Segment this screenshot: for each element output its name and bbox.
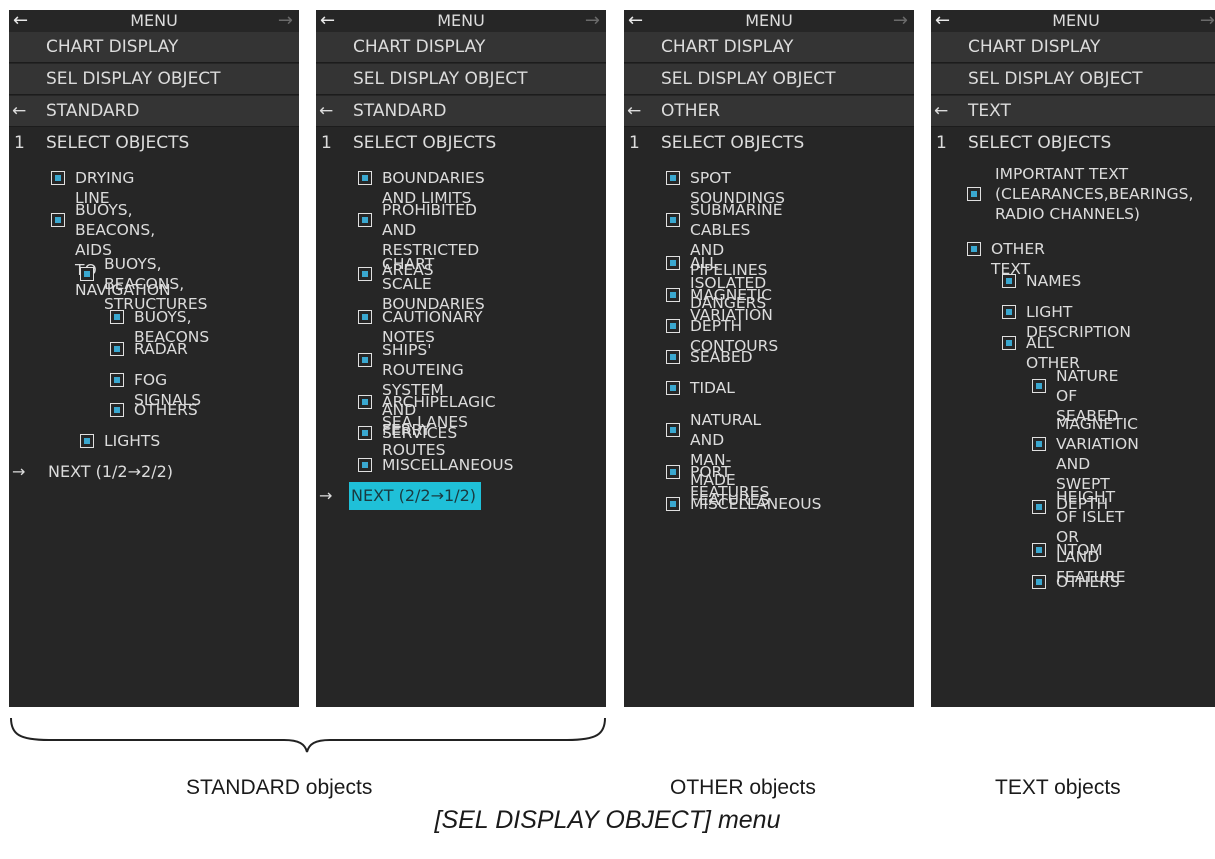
menu-panel-other: ← MENU → CHART DISPLAY SEL DISPLAY OBJEC… xyxy=(624,10,914,707)
checkbox-checked-icon[interactable] xyxy=(967,242,981,256)
next-arrow-icon: → xyxy=(12,462,26,481)
figure-title: [SEL DISPLAY OBJECT] menu xyxy=(434,806,781,834)
checkbox-checked-icon[interactable] xyxy=(110,373,124,387)
checkbox-checked-icon[interactable] xyxy=(666,288,680,302)
back-arrow-icon: ← xyxy=(319,101,334,121)
row-number: 1 xyxy=(321,133,332,153)
menu-item-sel-display-object[interactable]: SEL DISPLAY OBJECT xyxy=(624,64,914,95)
back-arrow-icon: ← xyxy=(12,101,27,121)
checkbox-checked-icon[interactable] xyxy=(1032,500,1046,514)
menu-item-section-standard[interactable]: ← STANDARD xyxy=(9,96,299,127)
menu-item-sel-display-object[interactable]: SEL DISPLAY OBJECT xyxy=(9,64,299,95)
checkbox-checked-icon[interactable] xyxy=(666,465,680,479)
forward-arrow-icon[interactable]: → xyxy=(278,10,293,32)
checkbox-checked-icon[interactable] xyxy=(1032,543,1046,557)
checkbox-checked-icon[interactable] xyxy=(51,213,65,227)
checkbox-checked-icon[interactable] xyxy=(967,187,981,201)
select-objects-row[interactable]: 1 SELECT OBJECTS xyxy=(931,128,1215,158)
checkbox-checked-icon[interactable] xyxy=(666,213,680,227)
checkbox-checked-icon[interactable] xyxy=(358,310,372,324)
forward-arrow-icon[interactable]: → xyxy=(893,10,908,32)
checkbox-checked-icon[interactable] xyxy=(1002,274,1016,288)
checkbox-checked-icon[interactable] xyxy=(1002,336,1016,350)
checkbox-checked-icon[interactable] xyxy=(666,256,680,270)
checkbox-checked-icon[interactable] xyxy=(80,267,94,281)
checkbox-checked-icon[interactable] xyxy=(358,267,372,281)
checkbox-checked-icon[interactable] xyxy=(358,395,372,409)
checkbox-checked-icon[interactable] xyxy=(666,497,680,511)
select-objects-row[interactable]: 1 SELECT OBJECTS xyxy=(624,128,914,158)
checkbox-checked-icon[interactable] xyxy=(666,350,680,364)
back-arrow-icon[interactable]: ← xyxy=(13,10,28,32)
menu-item-chart-display[interactable]: CHART DISPLAY xyxy=(9,32,299,63)
forward-arrow-icon[interactable]: → xyxy=(1200,10,1215,32)
checkbox-checked-icon[interactable] xyxy=(110,310,124,324)
checkbox-checked-icon[interactable] xyxy=(358,426,372,440)
menu-title: MENU xyxy=(745,11,793,30)
menu-header: ← MENU → xyxy=(931,10,1215,32)
checkbox-checked-icon[interactable] xyxy=(666,381,680,395)
checkbox-checked-icon[interactable] xyxy=(1032,379,1046,393)
back-arrow-icon[interactable]: ← xyxy=(628,10,643,32)
forward-arrow-icon[interactable]: → xyxy=(585,10,600,32)
checkbox-checked-icon[interactable] xyxy=(358,458,372,472)
menu-item-section-text[interactable]: ← TEXT xyxy=(931,96,1215,127)
checkbox-checked-icon[interactable] xyxy=(666,319,680,333)
menu-item-sel-display-object[interactable]: SEL DISPLAY OBJECT xyxy=(931,64,1215,95)
menu-item-chart-display[interactable]: CHART DISPLAY xyxy=(316,32,606,63)
checkbox-checked-icon[interactable] xyxy=(358,213,372,227)
next-arrow-icon: → xyxy=(319,486,333,505)
menu-header: ← MENU → xyxy=(9,10,299,32)
menu-item-chart-display[interactable]: CHART DISPLAY xyxy=(931,32,1215,63)
menu-title: MENU xyxy=(437,11,485,30)
checkbox-checked-icon[interactable] xyxy=(666,423,680,437)
checkbox-checked-icon[interactable] xyxy=(110,342,124,356)
menu-item-section-other[interactable]: ← OTHER xyxy=(624,96,914,127)
checkbox-checked-icon[interactable] xyxy=(358,353,372,367)
select-objects-row[interactable]: 1 SELECT OBJECTS xyxy=(9,128,299,158)
menu-header: ← MENU → xyxy=(316,10,606,32)
menu-title: MENU xyxy=(130,11,178,30)
select-objects-row[interactable]: 1 SELECT OBJECTS xyxy=(316,128,606,158)
next-page-item[interactable]: → NEXT (1/2→2/2) xyxy=(9,458,299,486)
caption-text-objects: TEXT objects xyxy=(995,776,1121,799)
back-arrow-icon[interactable]: ← xyxy=(320,10,335,32)
menu-item-section-standard[interactable]: ← STANDARD xyxy=(316,96,606,127)
row-number: 1 xyxy=(936,133,947,153)
back-arrow-icon: ← xyxy=(627,101,642,121)
caption-standard-objects: STANDARD objects xyxy=(186,776,373,799)
back-arrow-icon: ← xyxy=(934,101,949,121)
menu-title: MENU xyxy=(1052,11,1100,30)
menu-panel-standard-1: ← MENU → CHART DISPLAY SEL DISPLAY OBJEC… xyxy=(9,10,299,707)
menu-item-chart-display[interactable]: CHART DISPLAY xyxy=(624,32,914,63)
curly-brace-icon xyxy=(10,717,606,753)
checkbox-checked-icon[interactable] xyxy=(358,171,372,185)
checkbox-checked-icon[interactable] xyxy=(51,171,65,185)
checkbox-checked-icon[interactable] xyxy=(1002,305,1016,319)
checkbox-checked-icon[interactable] xyxy=(110,403,124,417)
checkbox-checked-icon[interactable] xyxy=(1032,437,1046,451)
menu-item-sel-display-object[interactable]: SEL DISPLAY OBJECT xyxy=(316,64,606,95)
menu-header: ← MENU → xyxy=(624,10,914,32)
back-arrow-icon[interactable]: ← xyxy=(935,10,950,32)
menu-panel-text: ← MENU → CHART DISPLAY SEL DISPLAY OBJEC… xyxy=(931,10,1215,707)
next-page-item-selected[interactable]: → NEXT (2/2→1/2) xyxy=(316,482,606,510)
checkbox-checked-icon[interactable] xyxy=(1032,575,1046,589)
row-number: 1 xyxy=(14,133,25,153)
menu-panel-standard-2: ← MENU → CHART DISPLAY SEL DISPLAY OBJEC… xyxy=(316,10,606,707)
caption-other-objects: OTHER objects xyxy=(670,776,816,799)
checkbox-checked-icon[interactable] xyxy=(666,171,680,185)
row-number: 1 xyxy=(629,133,640,153)
checkbox-checked-icon[interactable] xyxy=(80,434,94,448)
